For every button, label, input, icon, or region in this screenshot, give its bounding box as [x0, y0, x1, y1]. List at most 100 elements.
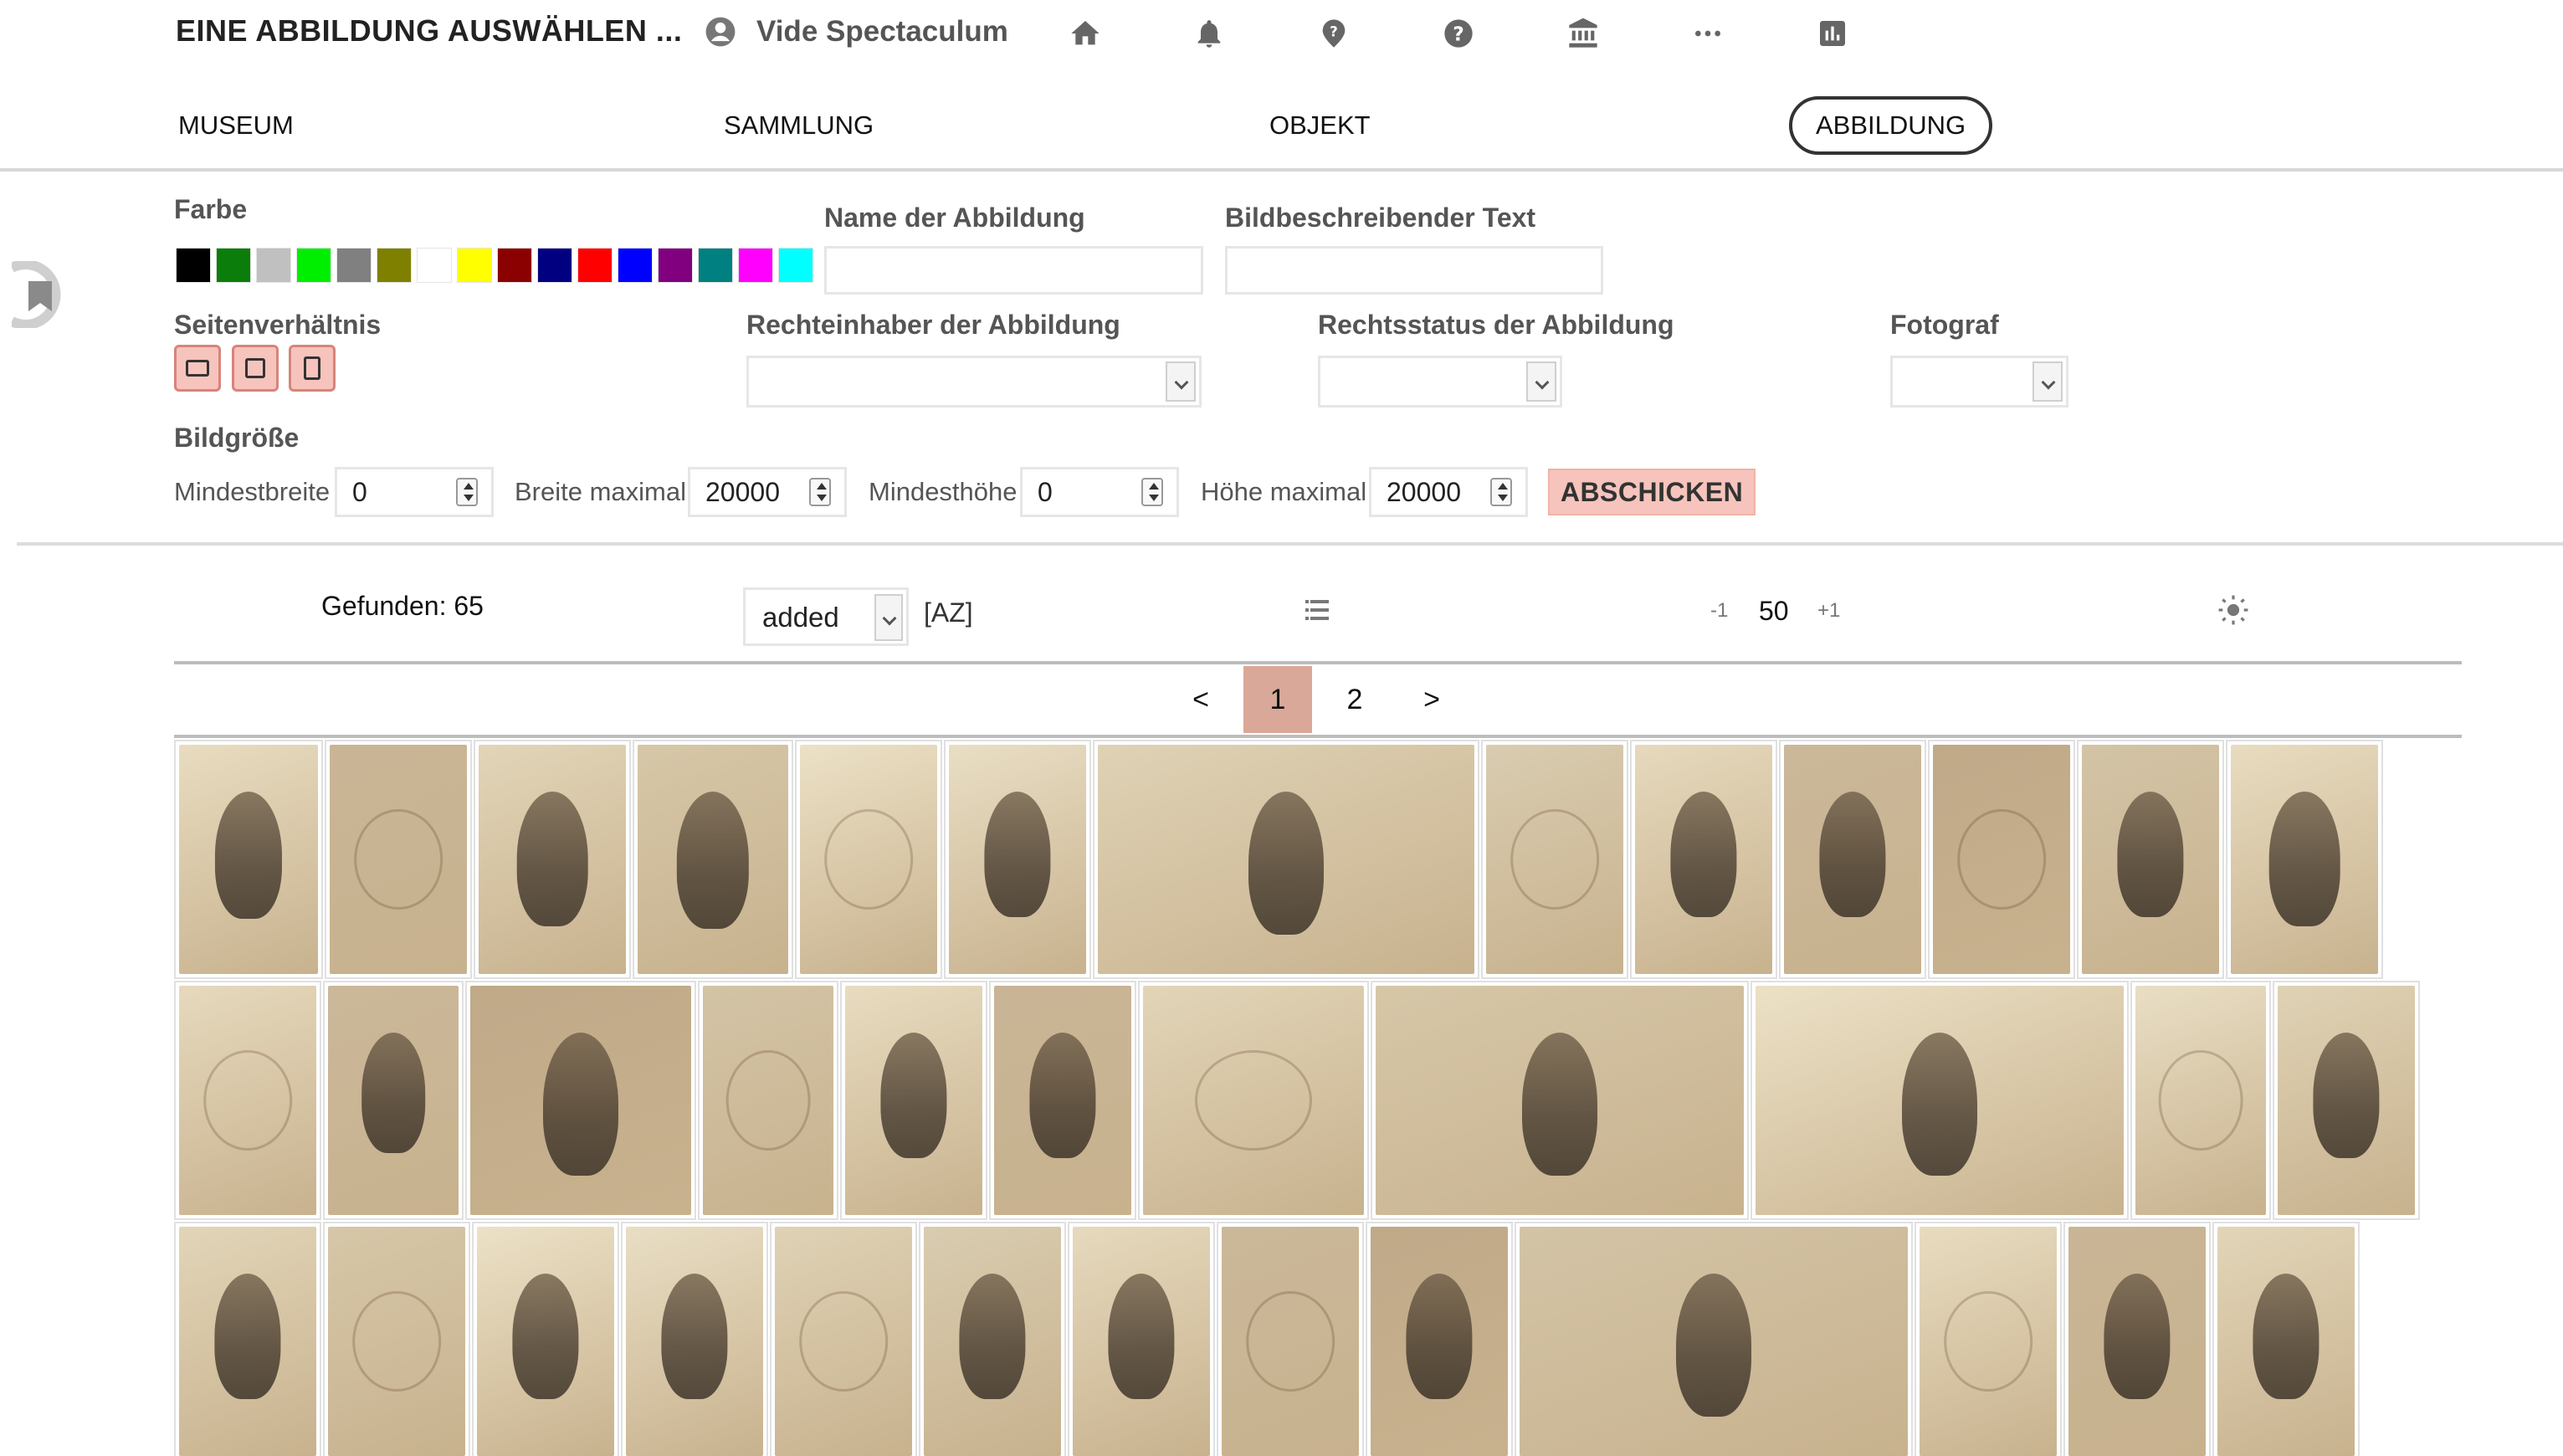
gallery-thumbnail[interactable] [472, 1222, 619, 1456]
name-input[interactable] [824, 246, 1203, 295]
gallery-thumbnail[interactable] [919, 1222, 1066, 1456]
gallery-thumbnail[interactable] [770, 1222, 917, 1456]
max-width-input[interactable]: 20000 [688, 467, 847, 517]
pager-next[interactable]: > [1397, 666, 1466, 733]
gallery-thumbnail[interactable] [323, 981, 464, 1220]
gallery-thumbnail[interactable] [2226, 740, 2383, 979]
help-circle-icon[interactable]: ? [1442, 17, 1475, 50]
color-swatch[interactable] [497, 248, 532, 283]
gallery-thumbnail[interactable] [944, 740, 1091, 979]
gallery-thumbnail[interactable] [2063, 1222, 2211, 1456]
gallery-thumbnail[interactable] [795, 740, 942, 979]
stepper-icon[interactable] [1490, 478, 1512, 506]
color-swatch[interactable] [537, 248, 572, 283]
per-page-decrease[interactable]: -1 [1710, 599, 1728, 623]
account-icon [705, 17, 736, 47]
color-swatch[interactable] [377, 248, 412, 283]
gallery-thumbnail[interactable] [323, 1222, 470, 1456]
tab-sammlung[interactable]: SAMMLUNG [724, 96, 874, 155]
color-swatch[interactable] [296, 248, 331, 283]
color-swatch[interactable] [738, 248, 773, 283]
sort-select[interactable]: added [743, 587, 909, 646]
help-icon[interactable]: ? [1317, 17, 1351, 50]
gallery-thumbnail[interactable] [2077, 740, 2224, 979]
description-label: Bildbeschreibender Text [1225, 203, 1536, 233]
color-swatch[interactable] [618, 248, 653, 283]
gallery-thumbnail[interactable] [325, 740, 472, 979]
gallery-thumbnail[interactable] [1779, 740, 1926, 979]
gallery-thumbnail[interactable] [174, 740, 323, 979]
stepper-icon[interactable] [456, 478, 478, 506]
max-height-input[interactable]: 20000 [1369, 467, 1528, 517]
gallery-thumbnail[interactable] [1515, 1222, 1913, 1456]
per-page-increase[interactable]: +1 [1817, 599, 1840, 623]
color-swatch[interactable] [176, 248, 211, 283]
gallery-thumbnail[interactable] [174, 1222, 321, 1456]
color-swatch[interactable] [256, 248, 291, 283]
gallery-thumbnail[interactable] [2212, 1222, 2360, 1456]
user-menu[interactable]: Vide Spectaculum [705, 15, 1008, 49]
chevron-down-icon [1166, 361, 1196, 402]
color-swatch[interactable] [778, 248, 813, 283]
color-swatch[interactable] [658, 248, 693, 283]
stepper-icon[interactable] [1141, 478, 1163, 506]
gallery-thumbnail[interactable] [1630, 740, 1777, 979]
gallery-thumbnail[interactable] [621, 1222, 768, 1456]
color-swatch[interactable] [698, 248, 733, 283]
museum-icon[interactable] [1566, 17, 1600, 50]
page-title: EINE ABBILDUNG AUSWÄHLEN ... [176, 13, 683, 48]
gallery-thumbnail[interactable] [465, 981, 696, 1220]
name-label: Name der Abbildung [824, 203, 1085, 233]
bookmark-icon[interactable] [12, 261, 72, 328]
aspect-square-button[interactable] [232, 345, 279, 392]
gallery-thumbnail[interactable] [2273, 981, 2420, 1220]
gallery-thumbnail[interactable] [1366, 1222, 1513, 1456]
lightbulb-icon[interactable] [2217, 594, 2249, 626]
gallery-thumbnail[interactable] [1371, 981, 1749, 1220]
color-swatch[interactable] [457, 248, 492, 283]
gallery-thumbnail[interactable] [1068, 1222, 1215, 1456]
gallery-thumbnail[interactable] [1751, 981, 2129, 1220]
gallery-thumbnail[interactable] [174, 981, 321, 1220]
list-view-icon[interactable] [1305, 599, 1329, 621]
min-height-input[interactable]: 0 [1020, 467, 1179, 517]
color-swatch[interactable] [577, 248, 613, 283]
aspect-landscape-button[interactable] [174, 345, 221, 392]
submit-button[interactable]: ABSCHICKEN [1548, 469, 1756, 515]
gallery-thumbnail[interactable] [1915, 1222, 2062, 1456]
gallery-thumbnail[interactable] [1138, 981, 1369, 1220]
pager-prev[interactable]: < [1166, 666, 1235, 733]
gallery-thumbnail[interactable] [633, 740, 793, 979]
more-icon[interactable] [1691, 17, 1725, 50]
rights-holder-select[interactable] [746, 356, 1202, 408]
pager-page-2[interactable]: 2 [1320, 666, 1389, 733]
color-swatch[interactable] [336, 248, 372, 283]
tab-objekt[interactable]: OBJEKT [1269, 96, 1371, 155]
chevron-down-icon [1526, 361, 1556, 402]
color-swatch[interactable] [216, 248, 251, 283]
stepper-icon[interactable] [809, 478, 831, 506]
photographer-select[interactable] [1890, 356, 2068, 408]
home-icon[interactable] [1069, 17, 1102, 50]
chart-icon[interactable] [1816, 17, 1849, 50]
pager-page-1[interactable]: 1 [1243, 666, 1312, 733]
gallery-thumbnail[interactable] [2130, 981, 2271, 1220]
sort-order-toggle[interactable]: [AZ] [924, 597, 973, 628]
gallery-thumbnail[interactable] [474, 740, 631, 979]
tab-abbildung[interactable]: ABBILDUNG [1789, 96, 1993, 155]
min-width-input[interactable]: 0 [335, 467, 494, 517]
min-width-label: Mindestbreite [174, 477, 331, 506]
color-swatch[interactable] [417, 248, 452, 283]
description-input[interactable] [1225, 246, 1603, 295]
aspect-portrait-button[interactable] [289, 345, 336, 392]
gallery-thumbnail[interactable] [1217, 1222, 1364, 1456]
gallery-thumbnail[interactable] [840, 981, 987, 1220]
gallery-thumbnail[interactable] [989, 981, 1136, 1220]
bell-icon[interactable] [1192, 17, 1226, 50]
rights-status-select[interactable] [1318, 356, 1562, 408]
tab-museum[interactable]: MUSEUM [178, 96, 294, 155]
gallery-thumbnail[interactable] [1928, 740, 2075, 979]
gallery-thumbnail[interactable] [1481, 740, 1628, 979]
gallery-thumbnail[interactable] [1093, 740, 1479, 979]
gallery-thumbnail[interactable] [698, 981, 838, 1220]
